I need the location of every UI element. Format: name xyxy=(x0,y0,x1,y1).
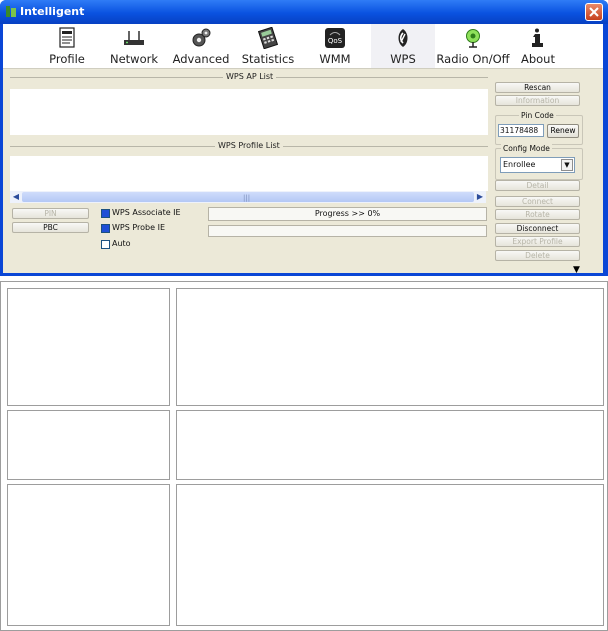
toolbar-wmm[interactable]: QoS WMM xyxy=(311,24,359,68)
toolbar-statistics[interactable]: Statistics xyxy=(239,24,297,68)
toolbar-wps-label: WPS xyxy=(390,52,416,66)
close-icon xyxy=(589,7,599,17)
horizontal-scrollbar[interactable]: ◀ ||| ▶ xyxy=(10,191,486,203)
wmm-icon: QoS xyxy=(325,28,345,48)
wps-probe-ie-checkbox[interactable] xyxy=(101,224,110,233)
config-mode-value: Enrollee xyxy=(503,160,536,169)
pin-button[interactable]: PIN xyxy=(12,208,89,219)
config-mode-select[interactable]: Enrollee ▼ xyxy=(500,157,575,173)
wps-associate-ie-label: WPS Associate IE xyxy=(112,208,181,217)
scroll-left-arrow-icon[interactable]: ◀ xyxy=(10,191,22,203)
toolbar-wmm-label: WMM xyxy=(319,52,351,66)
toolbar-radio-label: Radio On/Off xyxy=(436,52,510,66)
wps-icon xyxy=(398,29,408,47)
client-area: Profile Network Advanced Statistics QoS … xyxy=(3,24,603,275)
close-button[interactable] xyxy=(585,3,603,21)
main-toolbar: Profile Network Advanced Statistics QoS … xyxy=(3,24,603,69)
renew-button[interactable]: Renew xyxy=(547,124,579,138)
export-profile-button[interactable]: Export Profile xyxy=(495,236,580,247)
toolbar-wps[interactable]: WPS xyxy=(371,24,435,68)
toolbar-advanced-label: Advanced xyxy=(172,52,230,66)
network-icon xyxy=(124,31,144,45)
disconnect-button[interactable]: Disconnect xyxy=(495,223,580,234)
wps-probe-ie-label: WPS Probe IE xyxy=(112,223,166,232)
toolbar-profile-label: Profile xyxy=(49,52,85,66)
auto-checkbox[interactable] xyxy=(101,240,110,249)
pbc-button[interactable]: PBC xyxy=(12,222,89,233)
wps-ap-list[interactable] xyxy=(10,89,488,135)
rescan-button[interactable]: Rescan xyxy=(495,82,580,93)
expand-down-arrow-icon[interactable]: ▼ xyxy=(566,265,587,275)
rotate-button[interactable]: Rotate xyxy=(495,209,580,220)
connect-button[interactable]: Connect xyxy=(495,196,580,207)
toolbar-profile[interactable]: Profile xyxy=(41,24,93,68)
table-cell xyxy=(7,410,170,480)
table-cell xyxy=(176,288,604,406)
table-cell xyxy=(176,410,604,480)
toolbar-radio[interactable]: Radio On/Off xyxy=(436,24,510,68)
profile-icon xyxy=(59,27,75,48)
chevron-down-icon[interactable]: ▼ xyxy=(561,159,573,171)
profile-list-title: WPS Profile List xyxy=(215,141,283,150)
table-cell xyxy=(7,484,170,626)
status-bar xyxy=(208,225,487,237)
config-mode-label: Config Mode xyxy=(501,144,552,153)
blank-table xyxy=(0,281,608,631)
toolbar-about[interactable]: About xyxy=(517,24,559,68)
table-cell xyxy=(7,288,170,406)
toolbar-statistics-label: Statistics xyxy=(241,52,295,66)
grip-icon: ||| xyxy=(243,194,251,202)
title-bar[interactable]: Intelligent xyxy=(0,0,608,24)
pin-code-label: Pin Code xyxy=(519,111,556,120)
toolbar-network[interactable]: Network xyxy=(106,24,162,68)
app-icon xyxy=(6,6,16,17)
ap-list-title: WPS AP List xyxy=(223,72,277,81)
auto-label: Auto xyxy=(112,239,131,248)
statistics-icon xyxy=(257,27,279,49)
wps-profile-list[interactable] xyxy=(10,156,488,191)
detail-button[interactable]: Detail xyxy=(495,180,580,191)
scrollbar-thumb[interactable]: ||| xyxy=(22,192,474,202)
progress-bar: Progress >> 0% xyxy=(208,207,487,221)
svg-text:QoS: QoS xyxy=(328,37,343,45)
information-button[interactable]: Information xyxy=(495,95,580,106)
toolbar-about-label: About xyxy=(520,52,555,66)
about-icon xyxy=(532,28,543,47)
advanced-icon xyxy=(192,28,211,47)
pin-code-field[interactable]: 31178488 xyxy=(498,124,544,137)
toolbar-advanced[interactable]: Advanced xyxy=(171,24,231,68)
toolbar-network-label: Network xyxy=(109,52,159,66)
radio-icon xyxy=(466,29,480,48)
delete-button[interactable]: Delete xyxy=(495,250,580,261)
scroll-right-arrow-icon[interactable]: ▶ xyxy=(474,191,486,203)
window-title: Intelligent xyxy=(20,5,85,18)
table-cell xyxy=(176,484,604,626)
wps-associate-ie-checkbox[interactable] xyxy=(101,209,110,218)
progress-text: Progress >> 0% xyxy=(314,209,381,218)
utility-window: Intelligent Profile Network Advanced Sta… xyxy=(0,0,608,276)
